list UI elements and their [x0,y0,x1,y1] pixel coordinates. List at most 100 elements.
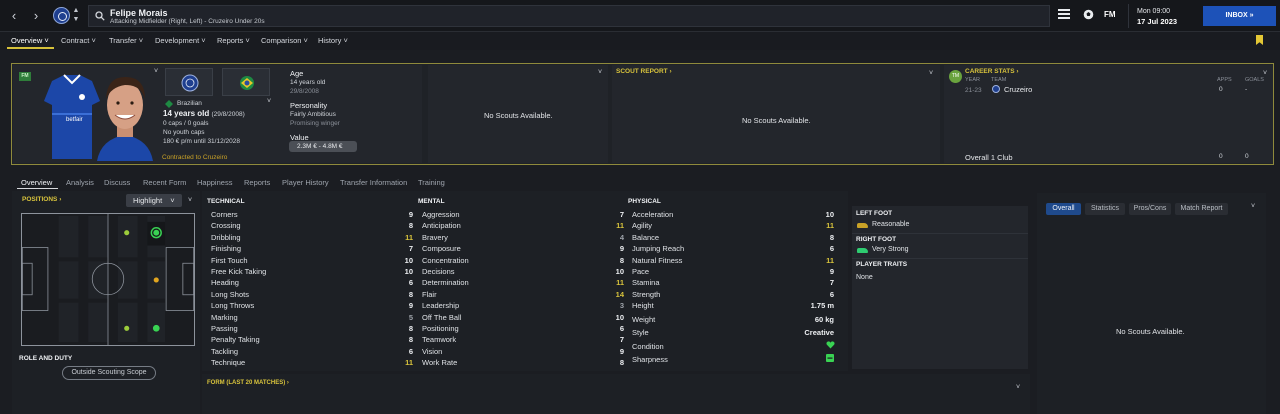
outside-scouting-scope-button[interactable]: Outside Scouting Scope [62,366,156,380]
style-value: Creative [804,328,834,337]
technical-attr-value: 8 [408,289,413,299]
highlight-dropdown[interactable]: Highlight ˅ [126,194,182,207]
subtab-transfer-information[interactable]: Transfer Information [340,178,407,187]
subtab-reports[interactable]: Reports [244,178,270,187]
personality-label: Personality [290,101,328,110]
subtab-recent-form[interactable]: Recent Form [143,178,186,187]
football-icon[interactable] [1083,9,1094,25]
tab-statistics[interactable]: Statistics [1085,203,1125,215]
col-goals: GOALS [1245,77,1264,83]
career-overall-goals: 0 [1245,153,1249,160]
mental-attr-value: 8 [619,358,624,368]
mental-attr-name: Composure [422,244,461,254]
pitch-diagram[interactable] [21,213,195,346]
scout-report-message: No Scouts Available. [742,116,811,125]
positions-title[interactable]: POSITIONS › [22,196,61,203]
physical-attr-name: Pace [632,267,650,276]
club-crest-box[interactable] [165,68,213,96]
up-down-switch-icon[interactable]: ▲ ▼ [72,6,80,24]
subtab-overview[interactable]: Overview [21,178,52,187]
menu-overview-label: Overview [11,36,43,45]
physical-attr-value: 6 [829,244,834,254]
technical-attr-name: Heading [211,278,239,288]
mental-attr-value: 14 [615,289,624,299]
career-row-team[interactable]: Cruzeiro [1004,85,1032,94]
mental-attr-name: Teamwork [422,335,457,345]
role-duty-title: ROLE AND DUTY [19,355,73,362]
highlight-dropdown-label: Highlight [133,196,163,205]
age-years: 14 years old [163,109,210,118]
subtab-analysis[interactable]: Analysis [66,178,94,187]
technical-attr-value: 10 [404,267,413,276]
form-panel [202,374,1030,414]
scout-report-title[interactable]: SCOUT REPORT › [616,68,672,75]
current-date: 17 Jul 2023 [1137,17,1178,26]
weight-label: Weight [632,315,656,324]
menu-transfer[interactable]: Transfer ˅ [109,36,143,45]
chevron-down-icon: ˅ [138,36,144,45]
subtab-training[interactable]: Training [418,178,445,187]
fm-logo[interactable]: FM [1104,10,1116,19]
subtab-discuss[interactable]: Discuss [104,178,130,187]
form-chevron-icon[interactable]: ˅ [1016,384,1020,391]
back-arrow-icon[interactable]: ‹ [7,8,21,24]
pos-mr-marker[interactable] [124,325,130,331]
overall-panel-chevron-icon[interactable]: ˅ [1251,203,1255,210]
tab-match-report[interactable]: Match Report [1175,203,1228,215]
value-range-pill[interactable]: 2.3M € - 4.8M € [289,141,357,152]
technical-attr-name: Tackling [211,346,239,356]
technical-attr-name: Marking [211,312,238,322]
subtab-happiness[interactable]: Happiness [197,178,232,187]
mental-title: MENTAL [418,198,445,205]
pos-amc-marker[interactable] [153,277,159,283]
player-search-box[interactable]: Felipe Morais Attacking Midfielder (Righ… [88,5,1050,27]
left-foot-value: Reasonable [872,221,910,228]
contracted-to-link[interactable]: Contracted to Cruzeiro [162,154,227,161]
scouts-panel: ˅ No Scouts Available. [428,65,608,163]
mental-attr-name: Leadership [422,301,460,311]
positions-chevron-icon[interactable]: ˅ [188,197,192,204]
career-stats-title[interactable]: CAREER STATS › [965,68,1019,75]
current-time: Mon 09:00 [1137,8,1171,15]
tab-overall[interactable]: Overall [1046,203,1081,215]
career-chevron-icon[interactable]: ˅ [1263,70,1267,77]
technical-attr-value: 10 [404,255,413,265]
chevron-down-icon: ˅ [303,36,308,45]
photo-options-chevron-icon[interactable]: ˅ [154,68,158,75]
menu-history-label: History [318,36,342,45]
date-box[interactable]: Mon 09:00 17 Jul 2023 [1128,4,1201,28]
scouts-panel-chevron-icon[interactable]: ˅ [598,69,602,76]
inbox-button[interactable]: INBOX » [1203,6,1276,26]
mental-attr-name: Off The Ball [422,312,462,322]
menu-history[interactable]: History ˅ [318,36,348,45]
technical-attr-value: 7 [408,244,413,254]
technical-attr-name: Technique [211,358,246,368]
condition-label: Condition [632,342,664,351]
technical-attr-name: Finishing [211,244,242,254]
mental-attr-value: 7 [619,335,624,345]
nation-chevron-icon[interactable]: ˅ [267,98,271,105]
scout-report-chevron-icon[interactable]: ˅ [929,70,933,77]
menu-overview[interactable]: Overview ˅ [11,36,49,45]
pos-ml-marker[interactable] [124,230,130,236]
menu-development[interactable]: Development ˅ [155,36,206,45]
mental-attr-value: 7 [619,210,624,219]
nationality-flag-icon [165,100,173,108]
tab-pros-cons[interactable]: Pros/Cons [1129,203,1171,215]
club-crest-icon[interactable] [53,7,70,24]
pos-amr-marker[interactable] [152,324,160,332]
menu-contract[interactable]: Contract ˅ [61,36,96,45]
tm-badge-icon: TM [949,70,962,83]
search-icon [95,11,105,21]
menu-icon[interactable] [1058,9,1070,24]
subtab-player-history[interactable]: Player History [282,178,329,187]
menu-comparison[interactable]: Comparison ˅ [261,36,308,45]
age-line: 14 years old (29/8/2008) [163,109,245,118]
left-foot-title: LEFT FOOT [856,210,893,217]
form-title[interactable]: FORM (LAST 20 MATCHES) › [207,380,289,386]
positions-title-text: POSITIONS [22,196,58,203]
nation-flag-box[interactable] [222,68,270,96]
forward-arrow-icon[interactable]: › [29,8,43,24]
menu-reports[interactable]: Reports ˅ [217,36,250,45]
overall-analysis-panel [1037,193,1266,414]
